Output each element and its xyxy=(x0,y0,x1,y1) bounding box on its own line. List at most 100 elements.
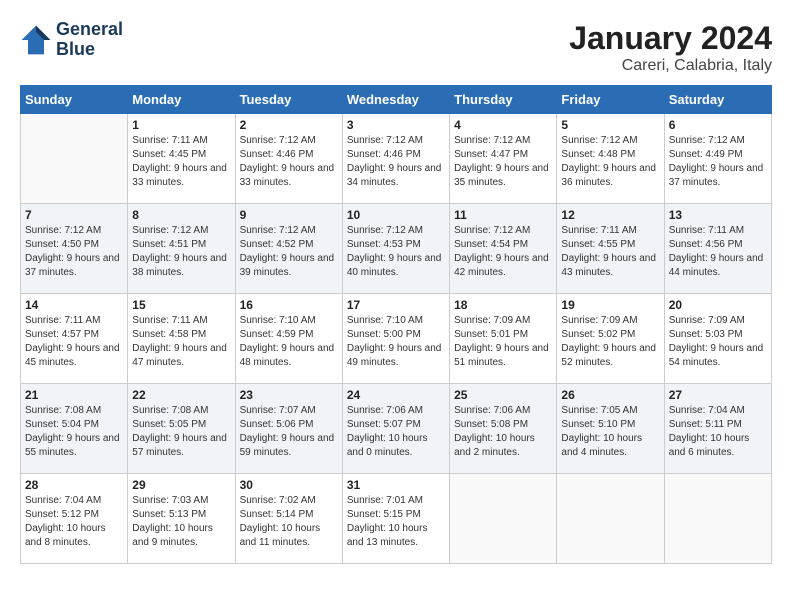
sunset: Sunset: 4:51 PM xyxy=(132,239,206,250)
day-info: Sunrise: 7:02 AM Sunset: 5:14 PM Dayligh… xyxy=(240,494,338,550)
location: Careri, Calabria, Italy xyxy=(569,57,772,75)
day-info: Sunrise: 7:11 AM Sunset: 4:45 PM Dayligh… xyxy=(132,134,230,190)
day-number: 18 xyxy=(454,298,552,312)
sunrise: Sunrise: 7:11 AM xyxy=(132,315,207,326)
day-cell: 6 Sunrise: 7:12 AM Sunset: 4:49 PM Dayli… xyxy=(664,114,771,204)
header-cell-sunday: Sunday xyxy=(21,86,128,114)
day-info: Sunrise: 7:12 AM Sunset: 4:52 PM Dayligh… xyxy=(240,224,338,280)
daylight: Daylight: 9 hours and 49 minutes. xyxy=(347,343,442,368)
day-cell: 20 Sunrise: 7:09 AM Sunset: 5:03 PM Dayl… xyxy=(664,294,771,384)
logo-text: General Blue xyxy=(56,20,123,60)
sunrise: Sunrise: 7:01 AM xyxy=(347,495,423,506)
sunrise: Sunrise: 7:03 AM xyxy=(132,495,208,506)
day-cell: 3 Sunrise: 7:12 AM Sunset: 4:46 PM Dayli… xyxy=(342,114,449,204)
sunset: Sunset: 4:47 PM xyxy=(454,149,528,160)
sunset: Sunset: 5:03 PM xyxy=(669,329,743,340)
daylight: Daylight: 9 hours and 45 minutes. xyxy=(25,343,120,368)
day-cell xyxy=(557,474,664,564)
day-cell: 12 Sunrise: 7:11 AM Sunset: 4:55 PM Dayl… xyxy=(557,204,664,294)
day-cell: 17 Sunrise: 7:10 AM Sunset: 5:00 PM Dayl… xyxy=(342,294,449,384)
week-row-3: 21 Sunrise: 7:08 AM Sunset: 5:04 PM Dayl… xyxy=(21,384,772,474)
day-number: 24 xyxy=(347,388,445,402)
sunrise: Sunrise: 7:12 AM xyxy=(669,135,745,146)
day-cell: 7 Sunrise: 7:12 AM Sunset: 4:50 PM Dayli… xyxy=(21,204,128,294)
daylight: Daylight: 9 hours and 59 minutes. xyxy=(240,433,335,458)
week-row-4: 28 Sunrise: 7:04 AM Sunset: 5:12 PM Dayl… xyxy=(21,474,772,564)
day-number: 25 xyxy=(454,388,552,402)
day-info: Sunrise: 7:10 AM Sunset: 5:00 PM Dayligh… xyxy=(347,314,445,370)
day-number: 12 xyxy=(561,208,659,222)
daylight: Daylight: 9 hours and 35 minutes. xyxy=(454,163,549,188)
daylight: Daylight: 9 hours and 52 minutes. xyxy=(561,343,656,368)
day-info: Sunrise: 7:12 AM Sunset: 4:46 PM Dayligh… xyxy=(240,134,338,190)
day-info: Sunrise: 7:06 AM Sunset: 5:07 PM Dayligh… xyxy=(347,404,445,460)
day-info: Sunrise: 7:11 AM Sunset: 4:58 PM Dayligh… xyxy=(132,314,230,370)
day-number: 9 xyxy=(240,208,338,222)
sunset: Sunset: 4:58 PM xyxy=(132,329,206,340)
header-cell-monday: Monday xyxy=(128,86,235,114)
sunset: Sunset: 4:46 PM xyxy=(347,149,421,160)
day-info: Sunrise: 7:09 AM Sunset: 5:03 PM Dayligh… xyxy=(669,314,767,370)
daylight: Daylight: 9 hours and 47 minutes. xyxy=(132,343,227,368)
sunset: Sunset: 5:13 PM xyxy=(132,509,206,520)
daylight: Daylight: 9 hours and 55 minutes. xyxy=(25,433,120,458)
day-cell: 2 Sunrise: 7:12 AM Sunset: 4:46 PM Dayli… xyxy=(235,114,342,204)
sunset: Sunset: 5:08 PM xyxy=(454,419,528,430)
daylight: Daylight: 9 hours and 42 minutes. xyxy=(454,253,549,278)
day-info: Sunrise: 7:09 AM Sunset: 5:02 PM Dayligh… xyxy=(561,314,659,370)
sunrise: Sunrise: 7:12 AM xyxy=(561,135,637,146)
day-info: Sunrise: 7:12 AM Sunset: 4:49 PM Dayligh… xyxy=(669,134,767,190)
sunrise: Sunrise: 7:12 AM xyxy=(240,135,316,146)
day-cell: 26 Sunrise: 7:05 AM Sunset: 5:10 PM Dayl… xyxy=(557,384,664,474)
sunrise: Sunrise: 7:12 AM xyxy=(454,225,530,236)
sunset: Sunset: 4:46 PM xyxy=(240,149,314,160)
day-number: 7 xyxy=(25,208,123,222)
sunset: Sunset: 4:50 PM xyxy=(25,239,99,250)
sunrise: Sunrise: 7:09 AM xyxy=(561,315,637,326)
day-cell: 8 Sunrise: 7:12 AM Sunset: 4:51 PM Dayli… xyxy=(128,204,235,294)
daylight: Daylight: 10 hours and 6 minutes. xyxy=(669,433,750,458)
day-info: Sunrise: 7:12 AM Sunset: 4:54 PM Dayligh… xyxy=(454,224,552,280)
sunset: Sunset: 5:02 PM xyxy=(561,329,635,340)
sunrise: Sunrise: 7:04 AM xyxy=(25,495,101,506)
sunset: Sunset: 4:54 PM xyxy=(454,239,528,250)
day-cell: 22 Sunrise: 7:08 AM Sunset: 5:05 PM Dayl… xyxy=(128,384,235,474)
day-cell xyxy=(450,474,557,564)
day-info: Sunrise: 7:11 AM Sunset: 4:57 PM Dayligh… xyxy=(25,314,123,370)
day-cell: 24 Sunrise: 7:06 AM Sunset: 5:07 PM Dayl… xyxy=(342,384,449,474)
sunrise: Sunrise: 7:10 AM xyxy=(240,315,316,326)
sunset: Sunset: 5:14 PM xyxy=(240,509,314,520)
day-info: Sunrise: 7:12 AM Sunset: 4:50 PM Dayligh… xyxy=(25,224,123,280)
day-number: 10 xyxy=(347,208,445,222)
day-cell: 27 Sunrise: 7:04 AM Sunset: 5:11 PM Dayl… xyxy=(664,384,771,474)
daylight: Daylight: 9 hours and 33 minutes. xyxy=(132,163,227,188)
daylight: Daylight: 9 hours and 38 minutes. xyxy=(132,253,227,278)
day-number: 4 xyxy=(454,118,552,132)
sunrise: Sunrise: 7:11 AM xyxy=(25,315,100,326)
day-cell: 30 Sunrise: 7:02 AM Sunset: 5:14 PM Dayl… xyxy=(235,474,342,564)
day-number: 21 xyxy=(25,388,123,402)
day-info: Sunrise: 7:12 AM Sunset: 4:47 PM Dayligh… xyxy=(454,134,552,190)
daylight: Daylight: 9 hours and 43 minutes. xyxy=(561,253,656,278)
day-cell: 28 Sunrise: 7:04 AM Sunset: 5:12 PM Dayl… xyxy=(21,474,128,564)
sunrise: Sunrise: 7:11 AM xyxy=(132,135,207,146)
day-cell xyxy=(664,474,771,564)
day-cell: 25 Sunrise: 7:06 AM Sunset: 5:08 PM Dayl… xyxy=(450,384,557,474)
day-info: Sunrise: 7:10 AM Sunset: 4:59 PM Dayligh… xyxy=(240,314,338,370)
daylight: Daylight: 9 hours and 48 minutes. xyxy=(240,343,335,368)
sunrise: Sunrise: 7:04 AM xyxy=(669,405,745,416)
day-number: 28 xyxy=(25,478,123,492)
day-info: Sunrise: 7:12 AM Sunset: 4:48 PM Dayligh… xyxy=(561,134,659,190)
sunrise: Sunrise: 7:07 AM xyxy=(240,405,316,416)
daylight: Daylight: 9 hours and 51 minutes. xyxy=(454,343,549,368)
sunset: Sunset: 4:55 PM xyxy=(561,239,635,250)
sunrise: Sunrise: 7:12 AM xyxy=(132,225,208,236)
daylight: Daylight: 9 hours and 54 minutes. xyxy=(669,343,764,368)
day-number: 30 xyxy=(240,478,338,492)
sunrise: Sunrise: 7:05 AM xyxy=(561,405,637,416)
day-info: Sunrise: 7:01 AM Sunset: 5:15 PM Dayligh… xyxy=(347,494,445,550)
daylight: Daylight: 9 hours and 44 minutes. xyxy=(669,253,764,278)
calendar-body: 1 Sunrise: 7:11 AM Sunset: 4:45 PM Dayli… xyxy=(21,114,772,564)
sunrise: Sunrise: 7:11 AM xyxy=(561,225,636,236)
daylight: Daylight: 10 hours and 0 minutes. xyxy=(347,433,428,458)
